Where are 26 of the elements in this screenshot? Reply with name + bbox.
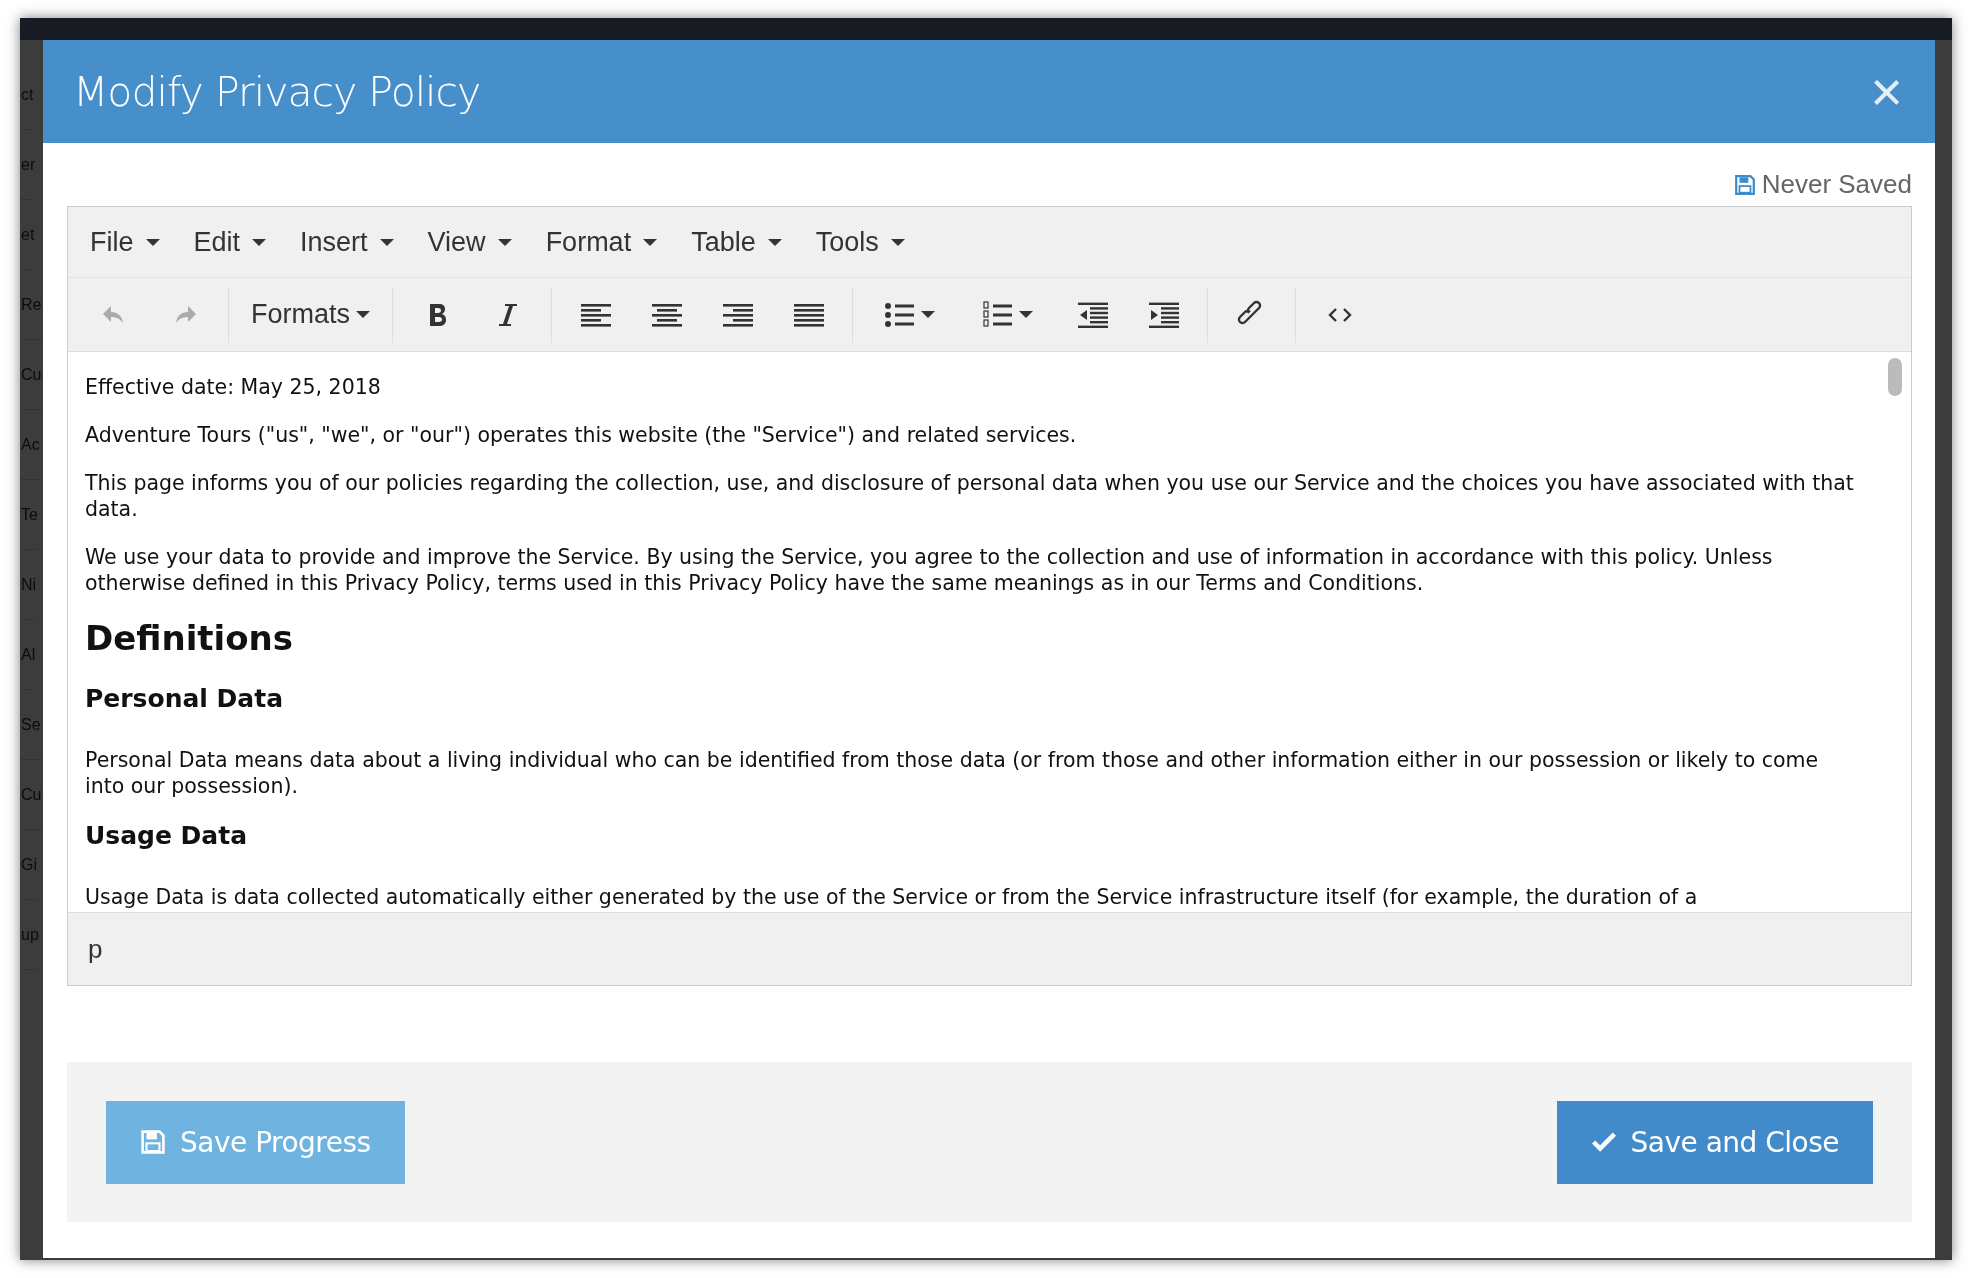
menu-item[interactable]: Edit [179,226,287,258]
menu-item[interactable]: Table [677,226,802,258]
modal-title: Modify Privacy Policy [73,67,481,116]
element-path[interactable]: p [88,933,103,965]
menu-item[interactable]: View [413,226,532,258]
document-paragraph: Effective date: May 25, 2018 [85,374,382,400]
formats-dropdown[interactable]: Formats [237,299,384,330]
document-heading: Definitions [85,618,295,658]
save-icon [140,1129,166,1155]
save-and-close-button[interactable]: Save and Close [1556,1100,1873,1184]
scrollbar-thumb[interactable] [1888,358,1902,396]
save-icon [1733,173,1756,196]
menu-item[interactable]: Format [531,226,678,258]
document-subheading: Usage Data [85,821,249,850]
document-paragraph: Personal Data means data about a living individual who can be identified from those data (or from those and other information either in our possession or likely to come into our possession). [85,747,1820,799]
save-progress-button[interactable]: Save Progress [106,1100,405,1184]
save-status: Never Saved [1761,169,1912,200]
menu-item[interactable]: File [76,226,180,258]
document-paragraph: We use your data to provide and improve the Service. By using the Service, you agree to the collection and use of information in accordance with this policy. Unless otherwise defined in this Privacy Policy, terms used in this Privacy Policy have the same meanings as in our Terms and Conditions. [85,544,1774,596]
document-paragraph: Adventure Tours ("us", "we", or "our") operates this website (the "Service") and related services. [85,422,1078,448]
close-button[interactable]: × [1870,63,1903,120]
document-paragraph: Usage Data is data collected automatically either generated by the use of the Service or from the Service infrastructure itself (for example, the duration of a [85,884,1699,910]
menu-item[interactable]: Insert [286,226,414,258]
menu-item[interactable]: Tools [801,226,925,258]
document-paragraph: This page informs you of our policies regarding the collection, use, and disclosure of personal data when you use our Service and the choices you have associated with that data. [85,470,1855,522]
document-subheading: Personal Data [85,684,285,713]
